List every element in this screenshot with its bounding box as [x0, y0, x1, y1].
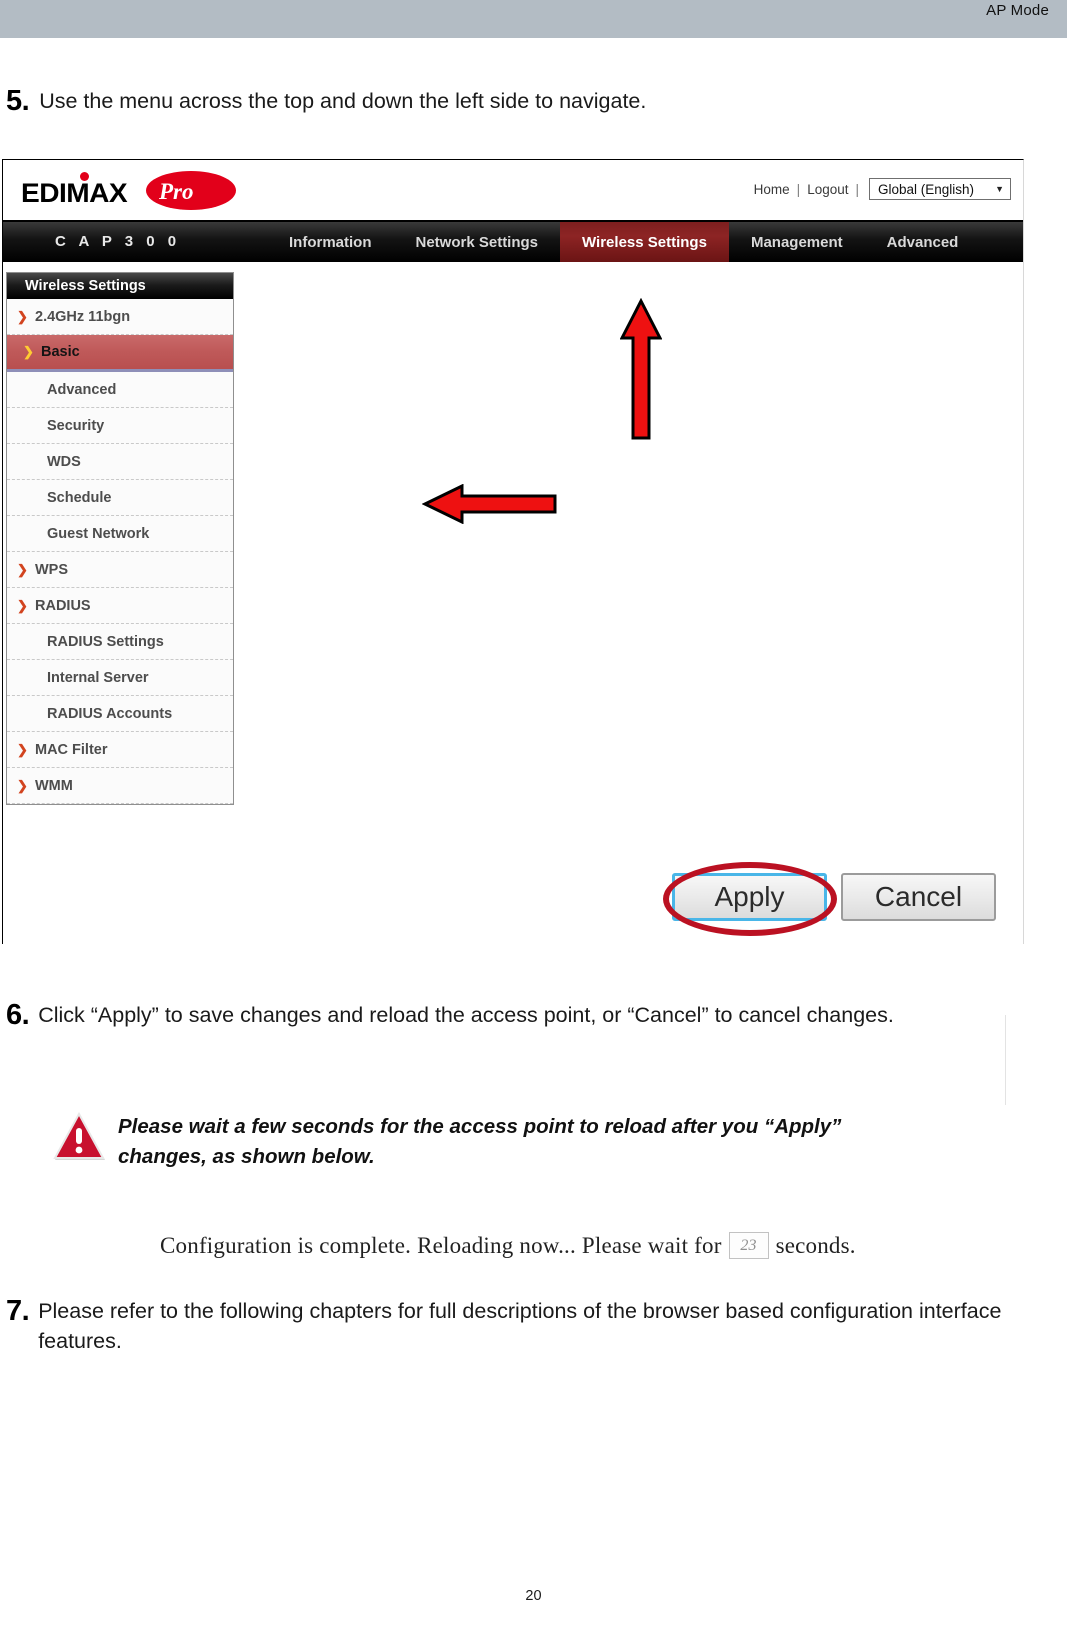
chevron-right-icon: ❯: [17, 308, 28, 324]
chevron-right-icon: ❯: [17, 561, 28, 577]
sidebar-item-wds[interactable]: WDS: [7, 444, 233, 480]
cancel-button[interactable]: Cancel: [841, 873, 996, 921]
step-6-number: 6.: [6, 999, 30, 1031]
router-admin-screenshot: EDIMAX Pro Home | Logout | Global (Engli…: [2, 159, 1024, 1105]
sidebar-item-label: Schedule: [47, 489, 112, 506]
sidebar-item-label: Advanced: [47, 381, 117, 398]
router-brand-bar: EDIMAX Pro Home | Logout | Global (Engli…: [3, 160, 1023, 222]
sidebar-item-radius[interactable]: ❯ RADIUS: [7, 588, 233, 624]
logo-red-dot-icon: [80, 172, 89, 181]
sidebar-item-label: WPS: [35, 561, 69, 578]
router-model-label: C A P 3 0 0: [55, 233, 181, 250]
link-separator-1: |: [796, 181, 801, 197]
step-7-number: 7.: [6, 1295, 30, 1327]
reload-status-suffix: seconds.: [775, 1232, 856, 1258]
sidebar-item-advanced[interactable]: Advanced: [7, 372, 233, 408]
language-select[interactable]: Global (English) ▼: [869, 178, 1011, 200]
sidebar-item-radius-accounts[interactable]: RADIUS Accounts: [7, 696, 233, 732]
step-7: 7. Please refer to the following chapter…: [6, 1296, 1026, 1356]
step-6: 6. Click “Apply” to save changes and rel…: [6, 1000, 1026, 1030]
router-main-nav: C A P 3 0 0 Information Network Settings…: [3, 222, 1023, 262]
chevron-right-icon: ❯: [17, 597, 28, 613]
sidebar-item-label: RADIUS Settings: [47, 633, 164, 650]
sidebar-item-security[interactable]: Security: [7, 408, 233, 444]
annotation-arrow-up-icon: [620, 298, 662, 440]
apply-highlight-ellipse: [663, 862, 837, 936]
step-6-text: Click “Apply” to save changes and reload…: [38, 1003, 894, 1027]
sidebar-item-label: Security: [47, 417, 105, 434]
sidebar-item-schedule[interactable]: Schedule: [7, 480, 233, 516]
sidebar-item-24ghz-11bgn[interactable]: ❯ 2.4GHz 11bgn: [7, 299, 233, 335]
sidebar-item-guest-network[interactable]: Guest Network: [7, 516, 233, 552]
nav-tab-information[interactable]: Information: [267, 222, 394, 262]
nav-tab-wireless-settings[interactable]: Wireless Settings: [560, 222, 729, 262]
sidebar-item-label: RADIUS Accounts: [47, 705, 173, 722]
logout-link[interactable]: Logout: [803, 182, 852, 197]
step-7-text: Please refer to the following chapters f…: [38, 1299, 1002, 1353]
warning-note: Please wait a few seconds for the access…: [52, 1112, 918, 1172]
nav-tab-advanced[interactable]: Advanced: [865, 222, 981, 262]
step-5: 5. Use the menu across the top and down …: [6, 86, 1046, 116]
sidebar-item-basic[interactable]: ❯ Basic: [7, 335, 233, 372]
sidebar-item-label: WDS: [47, 453, 81, 470]
page-number: 20: [525, 1588, 542, 1604]
warning-text: Please wait a few seconds for the access…: [118, 1115, 842, 1168]
sidebar-item-label: Guest Network: [47, 525, 150, 542]
reload-status-prefix: Configuration is complete. Reloading now…: [160, 1232, 722, 1258]
nav-item-list: Information Network Settings Wireless Se…: [267, 222, 980, 262]
router-top-links: Home | Logout | Global (English) ▼: [750, 178, 1011, 200]
step-5-text: Use the menu across the top and down the…: [39, 89, 647, 113]
page-header-band: AP Mode: [0, 0, 1067, 38]
step-5-number: 5.: [6, 85, 30, 117]
sidebar-item-label: 2.4GHz 11bgn: [35, 308, 131, 325]
chevron-right-icon: ❯: [23, 344, 34, 359]
chevron-down-icon: ▼: [995, 184, 1004, 194]
header-divider: [0, 38, 1067, 43]
nav-tab-network-settings[interactable]: Network Settings: [394, 222, 561, 262]
reload-seconds-field: 23: [728, 1232, 769, 1259]
sidebar-item-wmm[interactable]: ❯ WMM: [7, 768, 233, 804]
nav-tab-management[interactable]: Management: [729, 222, 865, 262]
sidebar-title: Wireless Settings: [7, 273, 233, 299]
logo-pro-text: Pro: [159, 179, 194, 204]
annotation-arrow-left-icon: [422, 484, 557, 524]
sidebar-item-wps[interactable]: ❯ WPS: [7, 552, 233, 588]
warning-triangle-icon: [53, 1112, 105, 1160]
chevron-right-icon: ❯: [17, 777, 28, 793]
logo-brand-text: EDIMAX: [21, 178, 128, 208]
sidebar-item-mac-filter[interactable]: ❯ MAC Filter: [7, 732, 233, 768]
sidebar-item-label: WMM: [35, 777, 73, 794]
chevron-right-icon: ❯: [17, 741, 28, 757]
sidebar-item-radius-settings[interactable]: RADIUS Settings: [7, 624, 233, 660]
link-separator-2: |: [855, 181, 859, 197]
home-link[interactable]: Home: [750, 182, 794, 197]
ap-mode-label: AP Mode: [986, 2, 1049, 19]
wireless-settings-sidebar: Wireless Settings ❯ 2.4GHz 11bgn ❯ Basic…: [6, 272, 234, 805]
sidebar-item-label: MAC Filter: [35, 741, 108, 758]
sidebar-item-label: Internal Server: [47, 669, 149, 686]
sidebar-item-label: RADIUS: [35, 597, 91, 614]
language-select-value: Global (English): [878, 181, 975, 197]
sidebar-item-internal-server[interactable]: Internal Server: [7, 660, 233, 696]
reload-status-line: Configuration is complete. Reloading now…: [160, 1232, 856, 1259]
sidebar-item-label: Basic: [41, 344, 80, 360]
edimax-pro-logo: EDIMAX Pro: [21, 170, 236, 212]
